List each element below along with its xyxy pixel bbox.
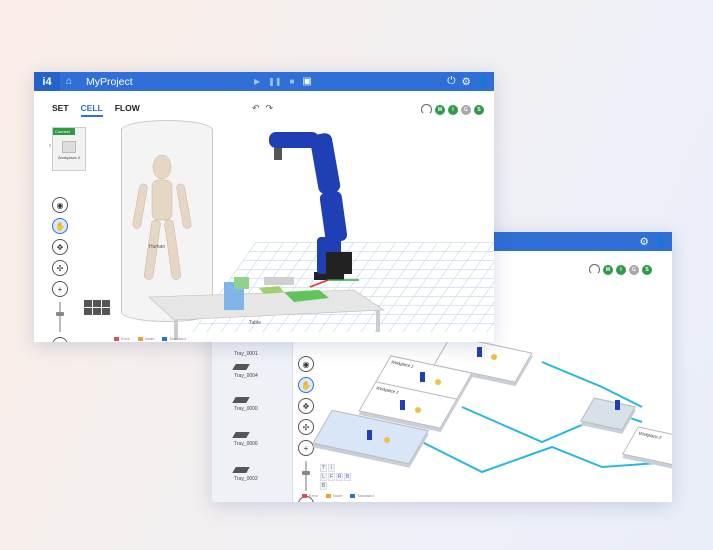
table-label: Table [249,320,261,326]
play-icon[interactable]: ▶ [254,77,260,86]
view-back-icon[interactable] [93,308,101,315]
flow-canvas[interactable]: Workplace 1 Workplace 2 Workplace 3 [312,332,672,502]
robot-arm [269,132,359,288]
view-top-icon[interactable] [84,300,92,307]
tray-item[interactable]: Tray_0006 [232,432,258,447]
scene-objects [132,132,385,340]
legend-error: Error [114,336,130,341]
pan-icon[interactable]: ✥ [52,239,68,255]
legend: Error Node Standard [114,336,186,341]
tray-item[interactable]: Tray_0001 [234,342,258,357]
cell-window: i4 ⌂ MyProject ▶ ❚❚ ■ ▣ ⏻ ⚙ 👤 SET CELL F… [34,72,494,342]
workplace-thumbnail [62,141,76,153]
tray-item[interactable]: Tray_0000 [232,397,258,412]
connect-tag: Connect [53,128,75,135]
expand-arrow-icon[interactable]: › [49,143,51,149]
user-icon[interactable]: 👤 [655,235,668,248]
gauge-icon: g [589,264,600,275]
zoom-in-icon[interactable]: + [52,281,68,297]
home-icon[interactable]: ⌂ [60,72,78,91]
zoom-slider[interactable] [302,461,310,491]
eye-icon[interactable]: ◉ [52,197,68,213]
settings-icon[interactable]: ⚙ [462,76,471,88]
legend-standard: Standard [162,336,186,341]
human-mannequin [132,154,192,280]
legend: Error Node Standard [302,493,374,498]
view-cube [84,300,110,315]
stop-icon[interactable]: ■ [290,77,295,86]
status-dot-m[interactable]: M [603,264,613,275]
save-icon[interactable]: ▣ [302,76,311,87]
tab-set[interactable]: SET [52,103,69,117]
user-icon[interactable]: 👤 [477,75,490,88]
zoom-slider[interactable] [56,302,64,332]
project-title: MyProject [86,75,133,88]
tray-item[interactable]: Tray_0002 [232,467,258,482]
tray-sidebar: Tray_0001 Tray_0004 Tray_0000 Tray_0006 … [212,342,293,502]
3d-viewport[interactable]: Human Table [114,112,494,342]
view-front-icon[interactable] [93,300,101,307]
rotate-icon[interactable]: ✣ [52,260,68,276]
playback-controls: ▶ ❚❚ ■ ▣ [254,72,312,91]
pause-icon[interactable]: ❚❚ [268,77,281,86]
titlebar: i4 ⌂ MyProject ▶ ❚❚ ■ ▣ ⏻ ⚙ 👤 [34,72,494,91]
view-right-icon[interactable] [102,300,110,307]
status-dot-g[interactable]: G [629,264,639,275]
workplace-label: Workplace 0 [57,155,81,160]
human-label: Human [149,244,166,250]
status-dot-s[interactable]: S [642,264,652,275]
legend-node: Node [137,336,154,341]
view-toolbar: ◉ ✋ ✥ ✣ + − [52,197,68,342]
work-table [148,277,385,340]
legend-standard: Standard [350,493,374,498]
power-icon[interactable]: ⏻ [447,75,455,88]
status-bar: g M I G S [589,264,652,275]
hand-icon[interactable]: ✋ [52,218,68,234]
titlebar-actions: ⏻ ⚙ 👤 [447,72,490,91]
workplace-card[interactable]: Connect Workplace 0 [52,127,86,171]
tab-cell[interactable]: CELL [80,103,103,117]
robot-icons [367,347,620,443]
tray-item[interactable]: Tray_0004 [232,364,258,379]
status-dot-i[interactable]: I [616,264,626,275]
zoom-out-icon[interactable]: − [52,337,68,342]
legend-error: Error [302,493,318,498]
settings-icon[interactable]: ⚙ [640,236,649,248]
view-iso-icon[interactable] [102,308,110,315]
app-logo: i4 [34,72,60,91]
legend-node: Node [325,493,342,498]
view-left-icon[interactable] [84,308,92,315]
